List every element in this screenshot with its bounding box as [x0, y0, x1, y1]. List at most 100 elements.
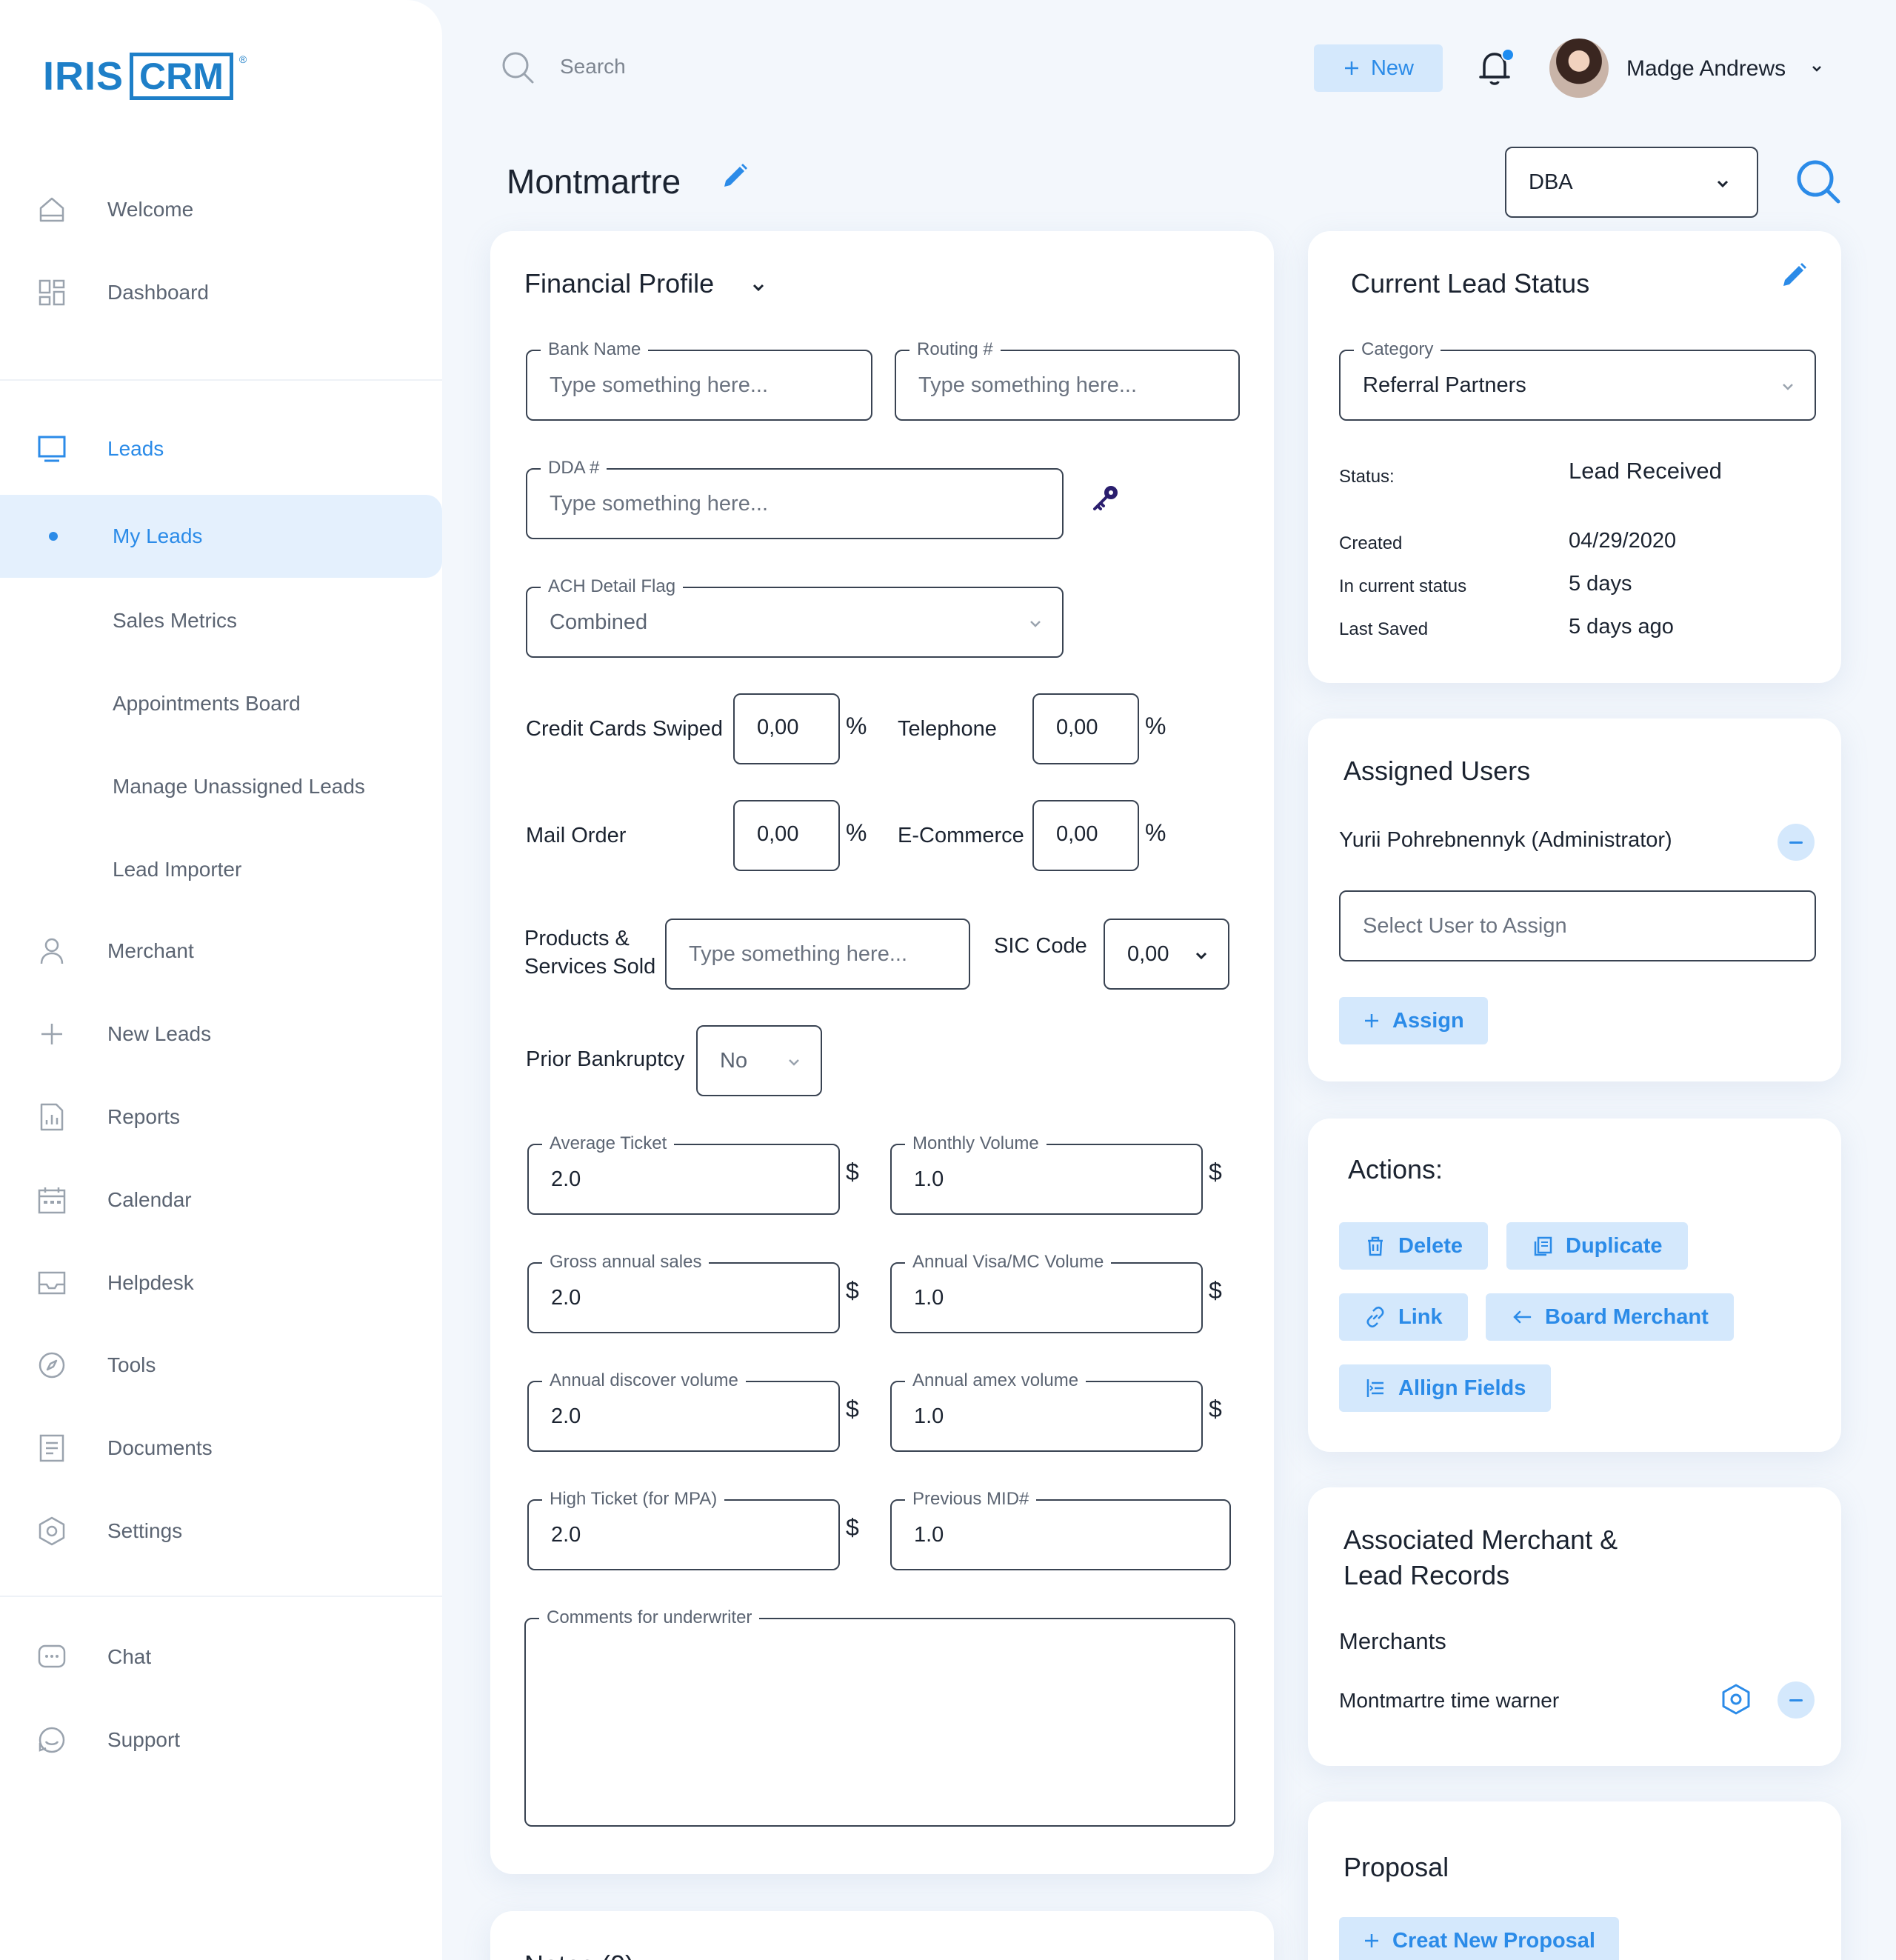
sidebar-item-merchant[interactable]: Merchant	[0, 921, 442, 981]
bank-name-field[interactable]: Bank Name Type something here...	[526, 339, 872, 421]
notification-bell-icon[interactable]	[1477, 47, 1515, 89]
sic-code-select[interactable]: 0,00	[1104, 919, 1229, 990]
products-services-input[interactable]: Type something here...	[665, 919, 970, 990]
comments-underwriter-textarea[interactable]: Comments for underwriter	[524, 1607, 1235, 1827]
field-label: Average Ticket	[542, 1133, 675, 1154]
user-avatar[interactable]	[1549, 39, 1609, 98]
sidebar-item-appointments-board[interactable]: Appointments Board	[0, 674, 442, 733]
notes-title[interactable]: Notes (0)	[524, 1950, 634, 1960]
logo-registered-mark: ®	[238, 53, 247, 65]
credit-cards-swiped-input[interactable]: 0,00	[733, 693, 840, 764]
sidebar-item-helpdesk[interactable]: Helpdesk	[0, 1253, 442, 1313]
routing-field[interactable]: Routing # Type something here...	[895, 339, 1240, 421]
mail-order-input[interactable]: 0,00	[733, 800, 840, 871]
telephone-input[interactable]: 0,00	[1032, 693, 1139, 764]
chevron-down-icon	[1194, 948, 1209, 963]
sidebar-item-settings[interactable]: Settings	[0, 1501, 442, 1561]
sidebar-item-label: Manage Unassigned Leads	[113, 775, 365, 798]
duplicate-icon	[1534, 1236, 1552, 1256]
plus-icon	[37, 1019, 67, 1049]
search-icon[interactable]	[501, 50, 535, 84]
chevron-down-icon[interactable]	[1810, 62, 1823, 76]
previous-mid-field[interactable]: Previous MID# 1.0	[890, 1489, 1231, 1570]
sidebar-item-sales-metrics[interactable]: Sales Metrics	[0, 591, 442, 650]
plus-icon	[1365, 1014, 1378, 1027]
sidebar-item-reports[interactable]: Reports	[0, 1087, 442, 1147]
sidebar-item-new-leads[interactable]: New Leads	[0, 1004, 442, 1064]
assign-button[interactable]: Assign	[1339, 997, 1488, 1044]
average-ticket-field[interactable]: Average Ticket 2.0	[527, 1133, 840, 1215]
key-icon[interactable]	[1090, 483, 1121, 514]
ach-detail-flag-select[interactable]: ACH Detail Flag Combined	[526, 576, 1064, 658]
sidebar-item-manage-unassigned-leads[interactable]: Manage Unassigned Leads	[0, 757, 442, 816]
monthly-volume-field[interactable]: Monthly Volume 1.0	[890, 1133, 1203, 1215]
field-label: Routing #	[909, 339, 1001, 360]
align-fields-button[interactable]: Allign Fields	[1339, 1364, 1552, 1412]
sidebar-item-tools[interactable]: Tools	[0, 1336, 442, 1395]
sidebar-item-dashboard[interactable]: Dashboard	[0, 263, 442, 322]
field-value: 0,00	[1056, 822, 1098, 846]
search-input[interactable]: Search	[560, 55, 626, 79]
sidebar-divider	[0, 1596, 442, 1597]
annual-visa-mc-volume-field[interactable]: Annual Visa/MC Volume 1.0	[890, 1252, 1203, 1333]
assign-button-label: Assign	[1392, 1008, 1464, 1033]
user-name[interactable]: Madge Andrews	[1626, 56, 1786, 81]
sidebar: IRIS CRM ® Welcome Dashboard Leads My Le…	[0, 0, 442, 1960]
field-value: 2.0	[551, 1523, 581, 1547]
dba-select[interactable]: DBA	[1505, 147, 1758, 218]
delete-button-label: Delete	[1398, 1233, 1463, 1258]
chevron-down-icon	[1028, 616, 1043, 631]
prior-bankruptcy-select[interactable]: No	[696, 1025, 822, 1096]
merchant-name[interactable]: Montmartre time warner	[1339, 1689, 1559, 1713]
sidebar-item-lead-importer[interactable]: Lead Importer	[0, 840, 442, 899]
edit-pencil-icon[interactable]	[1779, 261, 1809, 290]
sidebar-item-label: My Leads	[113, 524, 203, 547]
link-button[interactable]: Link	[1339, 1293, 1468, 1341]
chevron-down-icon[interactable]	[751, 280, 766, 295]
sidebar-item-welcome[interactable]: Welcome	[0, 180, 442, 239]
remove-merchant-minus-icon[interactable]	[1778, 1681, 1815, 1719]
field-label: Previous MID#	[905, 1489, 1037, 1510]
settings-icon[interactable]	[1720, 1683, 1752, 1716]
iris-crm-logo[interactable]: IRIS CRM ®	[43, 52, 247, 101]
in-current-status-value: 5 days	[1569, 572, 1632, 596]
status-value: Lead Received	[1569, 458, 1722, 484]
dda-field[interactable]: DDA # Type something here...	[526, 458, 1064, 539]
sidebar-item-support[interactable]: Support	[0, 1710, 442, 1770]
field-value: 1.0	[914, 1167, 944, 1191]
sidebar-item-calendar[interactable]: Calendar	[0, 1170, 442, 1230]
select-user-to-assign-input[interactable]: Select User to Assign	[1339, 890, 1816, 961]
new-button[interactable]: New	[1314, 44, 1443, 92]
search-icon[interactable]	[1795, 159, 1841, 204]
annual-amex-volume-field[interactable]: Annual amex volume 1.0	[890, 1370, 1203, 1452]
field-value: 0,00	[757, 716, 799, 739]
percent-unit: %	[1145, 713, 1166, 739]
field-label: ACH Detail Flag	[541, 576, 684, 597]
field-value: 2.0	[551, 1404, 581, 1428]
financial-profile-title[interactable]: Financial Profile	[524, 268, 714, 299]
percent-unit: %	[1145, 819, 1166, 846]
duplicate-button-label: Duplicate	[1566, 1233, 1663, 1258]
sidebar-item-label: Reports	[107, 1105, 181, 1128]
duplicate-button[interactable]: Duplicate	[1506, 1222, 1688, 1270]
delete-button[interactable]: Delete	[1339, 1222, 1489, 1270]
e-commerce-input[interactable]: 0,00	[1032, 800, 1139, 871]
high-ticket-field[interactable]: High Ticket (for MPA) 2.0	[527, 1489, 840, 1570]
sidebar-item-documents[interactable]: Documents	[0, 1419, 442, 1478]
sidebar-item-label: Dashboard	[107, 281, 209, 304]
annual-discover-volume-field[interactable]: Annual discover volume 2.0	[527, 1370, 840, 1452]
sidebar-item-chat[interactable]: Chat	[0, 1627, 442, 1687]
field-value: Combined	[550, 610, 648, 634]
create-new-proposal-button[interactable]: Creat New Proposal	[1339, 1917, 1619, 1960]
sidebar-item-label: Support	[107, 1728, 181, 1751]
mail-order-label: Mail Order	[526, 824, 627, 847]
sidebar-item-my-leads[interactable]: My Leads	[0, 495, 442, 578]
edit-pencil-icon[interactable]	[720, 161, 750, 191]
sidebar-item-leads[interactable]: Leads	[0, 419, 442, 479]
category-select[interactable]: Category Referral Partners	[1339, 339, 1816, 421]
field-label: DDA #	[541, 458, 607, 479]
board-merchant-button[interactable]: Board Merchant	[1486, 1293, 1734, 1341]
gross-annual-sales-field[interactable]: Gross annual sales 2.0	[527, 1252, 840, 1333]
e-commerce-label: E-Commerce	[898, 824, 1024, 847]
remove-user-minus-icon[interactable]	[1778, 824, 1815, 861]
